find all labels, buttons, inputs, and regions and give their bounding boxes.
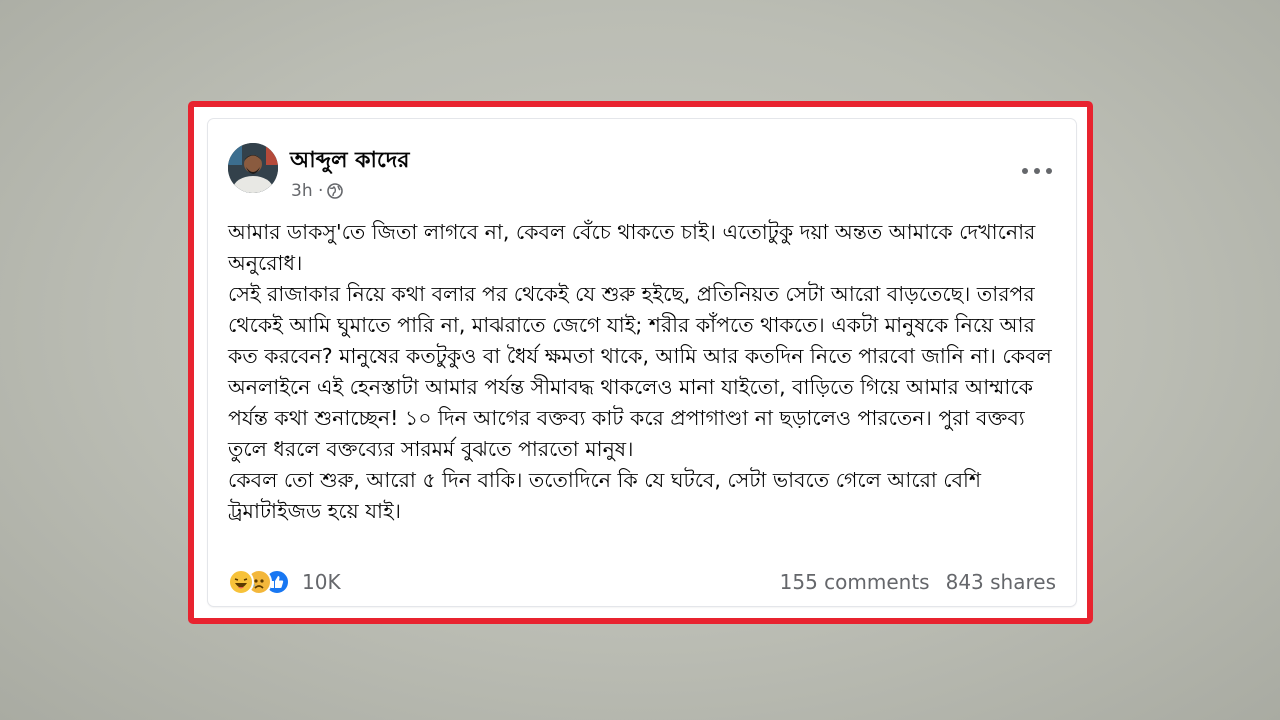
highlight-frame: আব্দুল কাদের 3h · আমার ডাকসু'তে জিতা লাগ… <box>188 101 1093 624</box>
reactions-bar: 10K 155 comments 843 shares <box>228 567 1076 597</box>
shares-count[interactable]: 843 shares <box>946 570 1056 594</box>
engagement-stats: 155 comments 843 shares <box>780 567 1056 597</box>
post-text: আমার ডাকসু'তে জিতা লাগবে না, কেবল বেঁচে … <box>228 220 1052 523</box>
avatar[interactable] <box>228 143 278 193</box>
haha-icon <box>228 569 254 595</box>
more-options-icon[interactable] <box>1022 161 1052 181</box>
author-name[interactable]: আব্দুল কাদের <box>290 143 409 180</box>
reaction-count[interactable]: 10K <box>302 570 341 594</box>
post-card: আব্দুল কাদের 3h · আমার ডাকসু'তে জিতা লাগ… <box>208 119 1076 606</box>
reaction-icons[interactable] <box>228 569 290 595</box>
globe-icon[interactable] <box>327 183 344 199</box>
comments-count[interactable]: 155 comments <box>780 570 930 594</box>
post-time[interactable]: 3h · <box>291 181 323 201</box>
post-meta: 3h · <box>291 181 344 201</box>
